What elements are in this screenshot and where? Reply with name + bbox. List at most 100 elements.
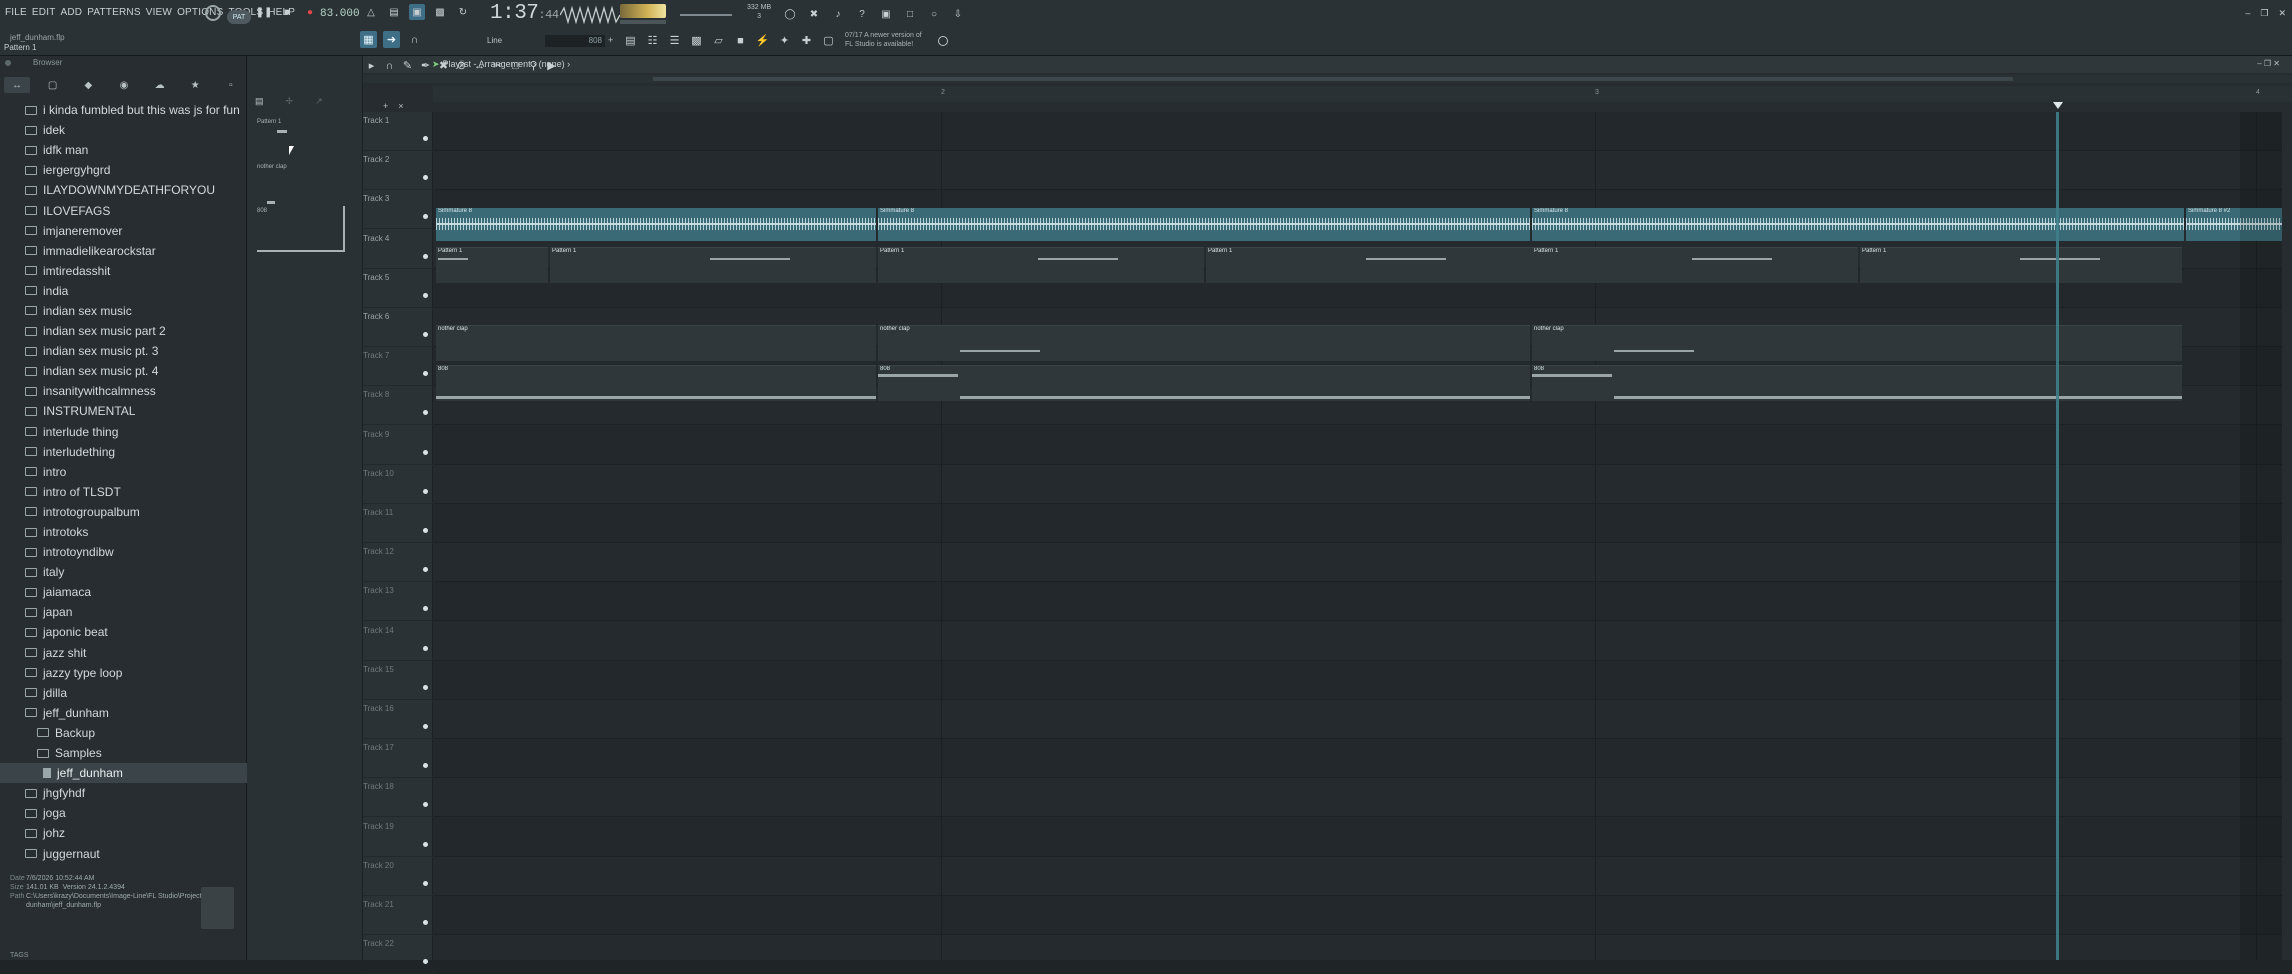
clone-icon[interactable]: ✚ bbox=[798, 32, 815, 49]
track-header[interactable]: Track 15 bbox=[363, 661, 433, 700]
track-mute-led[interactable] bbox=[423, 292, 428, 298]
browser-folder[interactable]: ILOVEFAGS bbox=[0, 200, 247, 220]
browser-folder[interactable]: interludething bbox=[0, 442, 247, 462]
browser-folder[interactable]: jazz shit bbox=[0, 643, 247, 663]
track-header[interactable]: Track 7 bbox=[363, 347, 433, 387]
track-header[interactable]: Track 6 bbox=[363, 308, 433, 347]
menu-patterns[interactable]: PATTERNS bbox=[87, 7, 140, 18]
browser-folder[interactable]: i kinda fumbled but this was js for fun bbox=[0, 100, 247, 120]
track-mute-led[interactable] bbox=[423, 684, 428, 690]
track-mute-led[interactable] bbox=[423, 920, 428, 925]
pattern-clip[interactable]: 808 bbox=[878, 365, 1530, 401]
browser-all-icon[interactable]: ↔ bbox=[4, 77, 30, 93]
browser-folder[interactable]: indian sex music bbox=[0, 301, 247, 321]
track-header[interactable]: Track 18 bbox=[363, 778, 433, 818]
browser-folder[interactable]: india bbox=[0, 281, 247, 301]
scrollbar-thumb[interactable] bbox=[653, 77, 2013, 81]
browser-folder[interactable]: italy bbox=[0, 562, 247, 582]
browser-folder[interactable]: imtiredasshit bbox=[0, 261, 247, 281]
browser-icon[interactable]: ■ bbox=[732, 32, 749, 49]
output-volume-slider[interactable] bbox=[680, 14, 732, 16]
browser-folder[interactable]: interlude thing bbox=[0, 422, 247, 442]
track-header[interactable]: Track 11 bbox=[363, 504, 433, 543]
master-volume-knob[interactable] bbox=[205, 5, 221, 21]
track-mute-led[interactable] bbox=[423, 449, 428, 455]
close-icon[interactable]: ✕ bbox=[2278, 8, 2286, 19]
track-lane[interactable] bbox=[433, 661, 2292, 700]
playlist-subtitle[interactable]: (none) bbox=[539, 59, 565, 69]
plugin-icon[interactable]: ▱ bbox=[710, 32, 727, 49]
timeline-ruler[interactable]: 2 3 4 bbox=[433, 86, 2292, 102]
mixer-icon[interactable]: ☰ bbox=[666, 32, 683, 49]
track-lane[interactable] bbox=[433, 621, 2292, 661]
chat-icon[interactable]: ○ bbox=[927, 7, 941, 21]
track-mute-led[interactable] bbox=[423, 214, 428, 220]
menu-file[interactable]: FILE bbox=[5, 7, 27, 18]
draw-icon[interactable]: ✎ bbox=[399, 57, 416, 74]
pattern-clip[interactable]: Pattern 1 bbox=[1206, 247, 1532, 283]
picker-piano-icon[interactable]: ▤ bbox=[255, 96, 264, 107]
notice-globe-icon[interactable] bbox=[938, 36, 948, 46]
track-lane[interactable] bbox=[433, 582, 2292, 622]
track-mute-led[interactable] bbox=[423, 371, 428, 377]
pattern-clip[interactable]: nother clap bbox=[878, 325, 1530, 361]
news-icon[interactable]: □ bbox=[903, 7, 917, 21]
pause-icon[interactable]: ❚❚ bbox=[256, 4, 273, 20]
browser-cloud-icon[interactable]: ☁ bbox=[147, 77, 173, 93]
menu-add[interactable]: ADD bbox=[61, 7, 83, 18]
track-mute-led[interactable] bbox=[423, 253, 428, 259]
track-lane[interactable] bbox=[433, 739, 2292, 779]
wand-icon[interactable]: ✦ bbox=[776, 32, 793, 49]
browser-folder[interactable]: ILAYDOWNMYDEATHFORYOU bbox=[0, 180, 247, 200]
download-icon[interactable]: ⇩ bbox=[951, 7, 965, 21]
add-pattern-button[interactable]: + bbox=[608, 35, 613, 45]
playhead[interactable] bbox=[2056, 112, 2059, 960]
loop-record-icon[interactable]: ↻ bbox=[455, 4, 471, 20]
cart-icon[interactable]: ▢ bbox=[820, 32, 837, 49]
track-header[interactable]: Track 3 bbox=[363, 190, 433, 230]
track-header[interactable]: Track 10 bbox=[363, 465, 433, 504]
restore-icon[interactable]: ❐ bbox=[2260, 8, 2268, 19]
browser-folder[interactable]: jazzy type loop bbox=[0, 663, 247, 683]
track-lane[interactable] bbox=[433, 543, 2292, 583]
browser-folder[interactable]: intro of TLSDT bbox=[0, 482, 247, 502]
browser-disk-icon[interactable]: ◉ bbox=[111, 77, 137, 93]
track-lane[interactable] bbox=[433, 112, 2292, 151]
pattern-clip[interactable]: 808 bbox=[436, 365, 876, 401]
browser-folder[interactable]: idek bbox=[0, 120, 247, 140]
browser-folder[interactable]: jdilla bbox=[0, 683, 247, 703]
snap-selector[interactable]: Line bbox=[487, 36, 502, 45]
track-mute-led[interactable] bbox=[423, 488, 428, 494]
browser-folder[interactable]: immadielikearockstar bbox=[0, 241, 247, 261]
browser-folder[interactable]: jhgfyhdf bbox=[0, 783, 247, 803]
browser-folder[interactable]: imjaneremover bbox=[0, 221, 247, 241]
playlist-minimize-icon[interactable]: – bbox=[2257, 59, 2261, 68]
save-icon[interactable]: ▣ bbox=[879, 7, 893, 21]
track-mute-led[interactable] bbox=[423, 763, 428, 769]
countdown-icon[interactable]: ▣ bbox=[409, 4, 425, 20]
track-header[interactable]: Track 17 bbox=[363, 739, 433, 779]
track-lane[interactable] bbox=[433, 778, 2292, 818]
pattern-clip[interactable]: Pattern 1 bbox=[1860, 247, 2182, 283]
tempo-display[interactable]: 83.000 bbox=[320, 8, 360, 20]
track-header[interactable]: Track 22 bbox=[363, 935, 433, 974]
track-lane[interactable] bbox=[433, 504, 2292, 543]
browser-files-icon[interactable]: ▢ bbox=[40, 77, 66, 93]
track-mute-led[interactable] bbox=[423, 606, 428, 612]
browser-folder[interactable]: introtoks bbox=[0, 522, 247, 542]
track-lane[interactable] bbox=[433, 818, 2292, 857]
plug-icon[interactable]: ⚡ bbox=[754, 32, 771, 49]
track-lane[interactable] bbox=[433, 464, 2292, 504]
browser-folder[interactable]: johz bbox=[0, 823, 247, 843]
browser-folder[interactable]: idfk man bbox=[0, 140, 247, 160]
audio-clip[interactable]: Simmature 8 bbox=[878, 208, 1530, 241]
track-mute-led[interactable] bbox=[423, 567, 428, 573]
pat-song-toggle[interactable]: PAT bbox=[227, 10, 251, 24]
picker-auto-icon[interactable]: ↗ bbox=[315, 96, 323, 107]
info-icon[interactable]: ? bbox=[855, 7, 869, 21]
track-header[interactable]: Track 4 bbox=[363, 230, 433, 269]
menu-edit[interactable]: EDIT bbox=[32, 7, 56, 18]
browser-plugins-icon[interactable]: ◆ bbox=[75, 77, 101, 93]
magnet-icon[interactable]: ∩ bbox=[381, 57, 398, 74]
pattern-clip[interactable]: nother clap bbox=[1532, 325, 2182, 361]
